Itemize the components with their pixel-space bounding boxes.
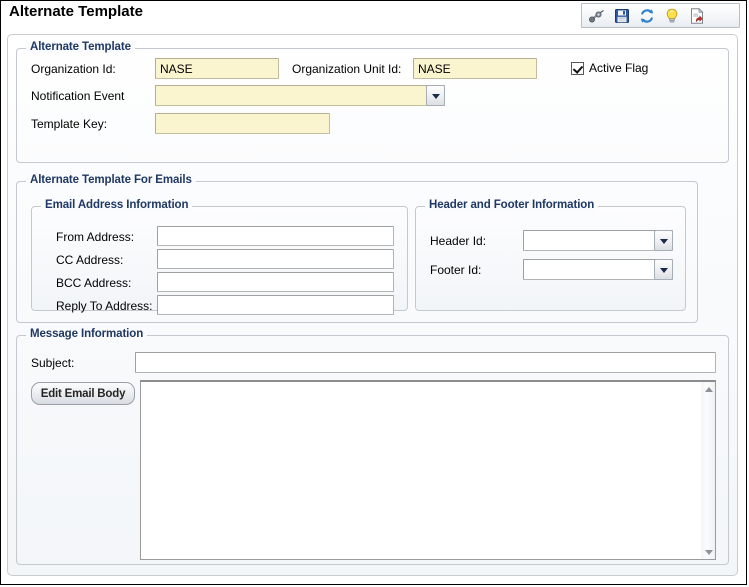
refresh-icon[interactable] bbox=[638, 7, 656, 25]
footer-id-combo[interactable] bbox=[523, 259, 673, 280]
email-body-scrollbar[interactable] bbox=[700, 382, 715, 559]
organization-unit-id-label: Organization Unit Id: bbox=[292, 62, 401, 76]
organization-unit-id-input[interactable] bbox=[413, 58, 537, 79]
cc-address-label: CC Address: bbox=[56, 253, 123, 267]
template-key-input[interactable] bbox=[155, 113, 330, 134]
save-icon[interactable] bbox=[613, 7, 631, 25]
edit-email-body-button[interactable]: Edit Email Body bbox=[31, 382, 135, 405]
alternate-template-for-emails-fieldset: Alternate Template For Emails Email Addr… bbox=[16, 181, 698, 323]
header-footer-information-legend: Header and Footer Information bbox=[425, 199, 598, 211]
from-address-label: From Address: bbox=[56, 230, 134, 244]
chevron-down-icon bbox=[660, 239, 668, 244]
footer-id-input[interactable] bbox=[523, 259, 673, 280]
reply-to-address-label: Reply To Address: bbox=[56, 299, 153, 313]
header-id-input[interactable] bbox=[523, 230, 673, 251]
header-id-label: Header Id: bbox=[430, 234, 486, 248]
title-bar: Alternate Template bbox=[1, 1, 747, 30]
footer-id-dropdown-button[interactable] bbox=[654, 259, 673, 280]
email-body-content[interactable] bbox=[141, 382, 700, 559]
email-body-textarea[interactable] bbox=[140, 380, 716, 560]
active-flag-label: Active Flag bbox=[589, 61, 648, 75]
alternate-template-fieldset: Alternate Template Organization Id: Orga… bbox=[16, 48, 729, 163]
email-address-information-legend: Email Address Information bbox=[41, 199, 192, 211]
toolbar bbox=[581, 3, 740, 28]
organization-id-label: Organization Id: bbox=[31, 62, 116, 76]
cc-address-input[interactable] bbox=[157, 249, 394, 269]
page-title: Alternate Template bbox=[9, 3, 143, 20]
chevron-down-icon bbox=[660, 268, 668, 273]
notification-event-dropdown-button[interactable] bbox=[426, 85, 445, 106]
from-address-input[interactable] bbox=[157, 226, 394, 246]
active-flag-checkbox[interactable]: Active Flag bbox=[571, 61, 648, 75]
header-id-dropdown-button[interactable] bbox=[654, 230, 673, 251]
subject-label: Subject: bbox=[31, 356, 74, 370]
application-window: Alternate Template bbox=[0, 0, 747, 585]
scroll-down-arrow-icon[interactable] bbox=[701, 545, 716, 559]
bcc-address-label: BCC Address: bbox=[56, 276, 131, 290]
message-information-fieldset: Message Information Subject: Edit Email … bbox=[16, 335, 729, 565]
alternate-template-for-emails-legend: Alternate Template For Emails bbox=[26, 174, 196, 186]
notification-event-input[interactable] bbox=[155, 85, 445, 106]
email-address-information-fieldset: Email Address Information From Address: … bbox=[31, 206, 408, 311]
export-document-icon[interactable] bbox=[688, 7, 706, 25]
header-footer-information-fieldset: Header and Footer Information Header Id:… bbox=[415, 206, 686, 311]
subject-input[interactable] bbox=[135, 352, 716, 373]
reply-to-address-input[interactable] bbox=[157, 295, 394, 315]
bcc-address-input[interactable] bbox=[157, 272, 394, 292]
footer-id-label: Footer Id: bbox=[430, 263, 481, 277]
alternate-template-legend: Alternate Template bbox=[26, 41, 135, 53]
active-flag-box[interactable] bbox=[571, 62, 584, 75]
message-information-legend: Message Information bbox=[26, 328, 147, 340]
binoculars-icon[interactable] bbox=[588, 7, 606, 25]
template-key-label: Template Key: bbox=[31, 117, 107, 131]
main-content-panel: Alternate Template Organization Id: Orga… bbox=[7, 34, 738, 576]
chevron-down-icon bbox=[432, 94, 440, 99]
organization-id-input[interactable] bbox=[155, 58, 279, 79]
header-id-combo[interactable] bbox=[523, 230, 673, 251]
notification-event-label: Notification Event bbox=[31, 89, 124, 103]
notification-event-combo[interactable] bbox=[155, 85, 445, 106]
scroll-up-arrow-icon[interactable] bbox=[701, 382, 716, 396]
lightbulb-icon[interactable] bbox=[663, 7, 681, 25]
